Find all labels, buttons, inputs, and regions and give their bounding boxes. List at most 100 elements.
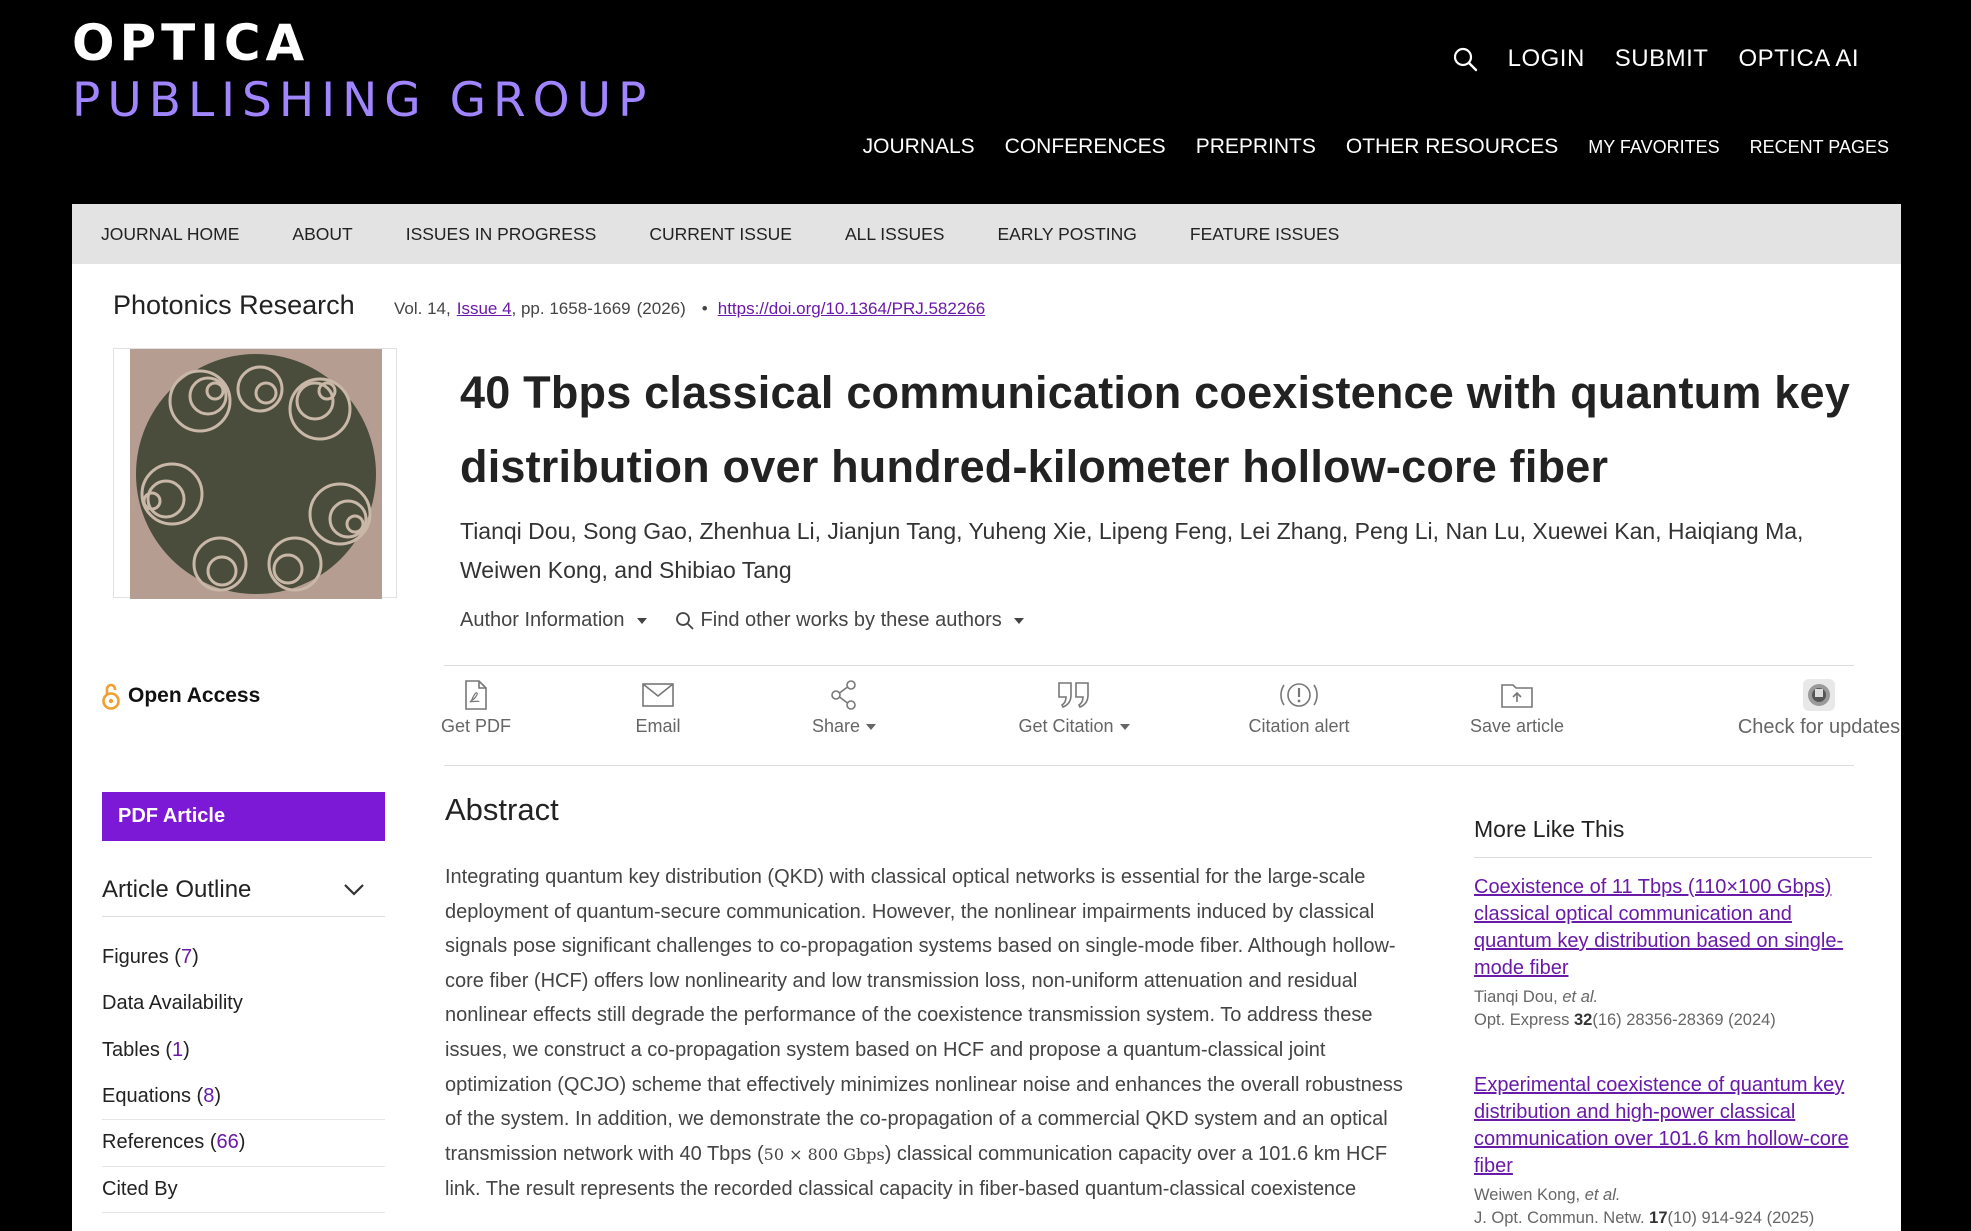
check-for-updates-button[interactable]: Check for updates	[1737, 666, 1901, 765]
save-folder-icon	[1501, 680, 1533, 710]
related-etal: et al.	[1584, 1186, 1621, 1204]
outline-item-equations[interactable]: Equations (8)	[102, 1074, 385, 1120]
outline-count: 1	[172, 1038, 184, 1061]
check-for-updates-label: Check for updates	[1737, 716, 1901, 738]
journal-name[interactable]: Photonics Research	[113, 290, 355, 321]
get-pdf-button[interactable]: Get PDF	[441, 666, 511, 765]
outline-count-open: (	[165, 1038, 173, 1061]
nav-preprints[interactable]: PREPRINTS	[1196, 135, 1316, 159]
nav-journals[interactable]: JOURNALS	[863, 135, 975, 159]
author-list[interactable]: Tianqi Dou, Song Gao, Zhenhua Li, Jianju…	[460, 512, 1810, 590]
related-article-title-link[interactable]: Experimental coexistence of quantum key …	[1474, 1072, 1872, 1180]
citation-meta: Vol. 14, Issue 4, pp. 1658-1669 (2026) •…	[394, 299, 985, 319]
optica-ai-link[interactable]: OPTICA AI	[1738, 45, 1859, 73]
outline-item-references[interactable]: References (66)	[102, 1120, 385, 1167]
get-citation-label: Get Citation	[1018, 716, 1114, 736]
related-pages: (16) 28356-28369 (2024)	[1592, 1011, 1776, 1029]
find-other-works-dropdown[interactable]: Find other works by these authors	[675, 609, 1024, 632]
journal-nav-all-issues[interactable]: ALL ISSUES	[845, 224, 945, 245]
share-label: Share	[811, 716, 861, 736]
nav-other-resources[interactable]: OTHER RESOURCES	[1346, 135, 1558, 159]
caret-down-icon	[636, 617, 647, 624]
pdf-article-button[interactable]: PDF Article	[102, 792, 385, 841]
author-tools: Author Information Find other works by t…	[460, 609, 1024, 632]
issue-link[interactable]: Issue 4	[457, 299, 512, 319]
related-article-title-link[interactable]: Coexistence of 11 Tbps (110×100 Gbps) cl…	[1474, 874, 1872, 982]
outline-item-cited-by[interactable]: Cited By	[102, 1167, 385, 1213]
doi-link[interactable]: https://doi.org/10.1364/PRJ.582266	[718, 299, 985, 319]
outline-count-close: )	[214, 1084, 221, 1107]
article-outline-toggle[interactable]: Article Outline	[102, 876, 385, 917]
abstract-text-part1: Integrating quantum key distribution (QK…	[445, 866, 1403, 1165]
search-icon[interactable]	[1452, 46, 1478, 72]
cover-art-icon	[136, 354, 376, 594]
outline-count: 8	[203, 1084, 215, 1107]
outline-count-close: )	[238, 1131, 246, 1154]
outline-label: Equations	[102, 1084, 191, 1107]
caret-down-icon	[1013, 617, 1024, 624]
outline-count-close: )	[192, 945, 199, 968]
nav-conferences[interactable]: CONFERENCES	[1005, 135, 1166, 159]
related-article-journal: J. Opt. Commun. Netw. 17(10) 914-924 (20…	[1474, 1209, 1872, 1228]
outline-count-close: )	[183, 1038, 190, 1061]
open-access-label: Open Access	[128, 684, 261, 707]
author-information-label: Author Information	[460, 609, 625, 631]
caret-down-icon	[866, 723, 877, 730]
journal-cover[interactable]	[113, 348, 397, 599]
related-journal-name: Opt. Express	[1474, 1011, 1570, 1029]
volume: Vol. 14,	[394, 299, 451, 318]
outline-count-open: (	[209, 1131, 217, 1154]
year: (2026)	[636, 299, 686, 318]
related-article-authors: Tianqi Dou, et al.	[1474, 988, 1872, 1007]
journal-nav-issues-in-progress[interactable]: ISSUES IN PROGRESS	[406, 224, 597, 245]
email-label: Email	[635, 716, 681, 736]
open-lock-icon	[102, 683, 120, 710]
related-volume: 17	[1649, 1209, 1668, 1227]
outline-item-data-availability[interactable]: Data Availability	[102, 981, 385, 1028]
journal-nav-early-posting[interactable]: EARLY POSTING	[997, 224, 1136, 245]
email-button[interactable]: Email	[634, 666, 682, 765]
save-article-label: Save article	[1469, 716, 1565, 736]
citation-alert-button[interactable]: Citation alert	[1234, 666, 1364, 765]
login-link[interactable]: LOGIN	[1508, 45, 1585, 73]
cover-image	[130, 349, 382, 599]
utility-nav: LOGIN SUBMIT OPTICA AI	[1452, 45, 1859, 73]
optica-logo[interactable]: OPTICA PUBLISHING GROUP	[72, 18, 653, 126]
outline-item-tables[interactable]: Tables (1)	[102, 1027, 385, 1074]
outline-label: Tables	[102, 1038, 160, 1061]
outline-count: 66	[216, 1131, 239, 1154]
journal-nav-about[interactable]: ABOUT	[292, 224, 352, 245]
related-journal-name: J. Opt. Commun. Netw.	[1474, 1209, 1645, 1227]
journal-nav-feature-issues[interactable]: FEATURE ISSUES	[1190, 224, 1339, 245]
crossmark-icon	[1802, 679, 1836, 711]
outline-count: 7	[180, 945, 193, 968]
save-article-button[interactable]: Save article	[1457, 666, 1577, 765]
open-access-badge: Open Access	[102, 682, 260, 710]
chevron-down-icon	[344, 884, 364, 896]
related-article: Experimental coexistence of quantum key …	[1474, 1072, 1872, 1228]
outline-label: Figures	[102, 945, 169, 968]
nav-my-favorites[interactable]: MY FAVORITES	[1588, 137, 1719, 158]
author-information-dropdown[interactable]: Author Information	[460, 609, 647, 632]
outline-label: Cited By	[102, 1177, 178, 1200]
alert-icon	[1279, 680, 1319, 710]
related-article-journal: Opt. Express 32(16) 28356-28369 (2024)	[1474, 1011, 1872, 1030]
outline-label: References	[102, 1131, 205, 1154]
share-dropdown[interactable]: Share	[804, 666, 884, 765]
separator-bullet: •	[701, 299, 708, 318]
journal-nav-current-issue[interactable]: CURRENT ISSUE	[649, 224, 792, 245]
abstract-math: 50 × 800 Gbps	[763, 1144, 885, 1164]
article-content: Photonics Research Vol. 14, Issue 4, pp.…	[72, 264, 1901, 1231]
outline-label: Data Availability	[102, 992, 243, 1015]
submit-link[interactable]: SUBMIT	[1615, 45, 1709, 73]
journal-nav: JOURNAL HOME ABOUT ISSUES IN PROGRESS CU…	[72, 204, 1901, 264]
logo-subtitle: PUBLISHING GROUP	[72, 73, 654, 128]
get-pdf-label: Get PDF	[441, 716, 512, 736]
nav-recent-pages[interactable]: RECENT PAGES	[1750, 137, 1889, 158]
outline-item-figures[interactable]: Figures (7)	[102, 934, 385, 981]
get-citation-dropdown[interactable]: Get Citation	[1004, 666, 1144, 765]
related-author: Tianqi Dou,	[1474, 988, 1558, 1006]
related-etal: et al.	[1562, 988, 1599, 1006]
journal-nav-home[interactable]: JOURNAL HOME	[101, 224, 239, 245]
search-icon	[675, 611, 694, 630]
